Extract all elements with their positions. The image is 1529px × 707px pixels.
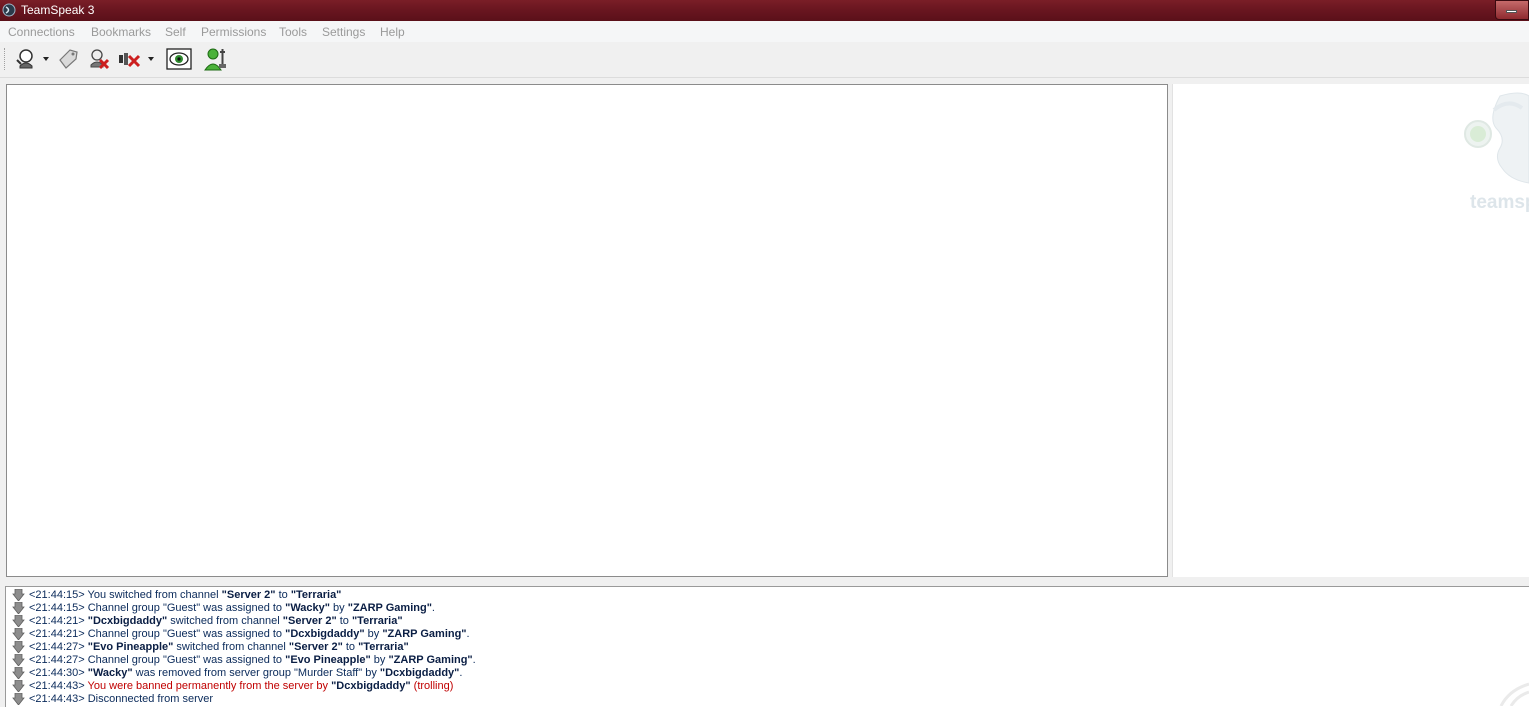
disconnect-all-icon[interactable] [117,46,143,72]
window-title: TeamSpeak 3 [21,3,95,17]
log-arrow-icon [12,614,25,628]
menu-settings[interactable]: Settings [322,25,365,39]
log-text: Disconnected from server [84,693,214,705]
log-entity-name[interactable]: "Wacky" [285,602,330,614]
log-entity-name[interactable]: "Terraria" [352,615,403,627]
bookmark-tag-icon[interactable] [56,46,80,72]
log-line: <21:44:27> Channel group "Guest" was ass… [12,653,476,667]
log-text: to [342,641,359,653]
resize-corner-decoration [1499,682,1529,706]
menu-self[interactable]: Self [165,25,186,39]
menu-help[interactable]: Help [380,25,405,39]
log-text: Channel group "Guest" was assigned to [84,602,286,614]
disconnect-icon[interactable] [87,46,111,72]
log-entity-name[interactable]: "Dcxbigdaddy" [285,628,365,640]
log-arrow-icon [12,640,25,654]
log-entity-name[interactable]: "Dcxbigdaddy" [380,667,460,679]
log-timestamp: <21:44:30> [29,667,85,679]
log-line: <21:44:21> "Dcxbigdaddy" switched from c… [12,614,403,628]
log-entity-name[interactable]: "Terraria" [358,641,409,653]
log-entity-name[interactable]: "ZARP Gaming" [382,628,466,640]
log-timestamp: <21:44:43> [29,693,85,705]
log-timestamp: <21:44:15> [29,589,85,601]
toolbar [0,42,1529,78]
log-timestamp: <21:44:43> [29,680,85,692]
log-text: . [472,654,476,666]
log-text: by [370,654,389,666]
log-entity-name[interactable]: "Server 2" [289,641,343,653]
log-text: switched from channel [173,641,289,653]
minimize-button[interactable] [1495,0,1529,20]
log-arrow-icon [12,653,25,667]
log-text: switched from channel [167,615,283,627]
log-line: <21:44:21> Channel group "Guest" was ass… [12,627,470,641]
teamspeak-app-icon [2,3,16,17]
log-text: to [275,589,291,601]
log-arrow-icon [12,601,25,615]
log-arrow-icon [12,666,25,680]
log-entity-name[interactable]: "Dcxbigdaddy" [88,615,168,627]
headset-logo-icon [1464,92,1529,184]
minimize-icon [1506,10,1517,13]
server-log-panel[interactable]: <21:44:15> You switched from channel "Se… [5,586,1529,707]
log-text: Channel group "Guest" was assigned to [84,628,286,640]
disconnect-dropdown-arrow-icon[interactable] [148,57,154,61]
menu-tools[interactable]: Tools [279,25,307,39]
log-entity-name[interactable]: "ZARP Gaming" [348,602,432,614]
log-arrow-icon [12,679,25,693]
log-line: <21:44:30> "Wacky" was removed from serv… [12,666,463,680]
log-text: . [459,667,463,679]
log-line: <21:44:27> "Evo Pineapple" switched from… [12,640,409,654]
log-text: was removed from server group "Murder St… [132,667,380,679]
subscribe-channel-eye-icon[interactable] [166,46,192,72]
log-line: <21:44:15> Channel group "Guest" was ass… [12,601,435,615]
log-line: <21:44:15> You switched from channel "Se… [12,588,342,602]
user-settings-icon[interactable] [203,46,229,72]
log-splitter[interactable] [0,578,1529,586]
menu-bar: Connections Bookmarks Self Permissions T… [0,21,1529,43]
channel-tree-panel[interactable] [6,84,1168,577]
log-timestamp: <21:44:15> [29,602,85,614]
log-text: by [364,628,383,640]
menu-connections[interactable]: Connections [8,25,75,39]
log-arrow-icon [12,692,25,706]
log-text: Channel group "Guest" was assigned to [84,654,286,666]
connect-icon[interactable] [14,46,38,72]
menu-permissions[interactable]: Permissions [201,25,266,39]
log-timestamp: <21:44:27> [29,641,85,653]
log-entity-name[interactable]: "Evo Pineapple" [88,641,174,653]
log-entity-name[interactable]: "Wacky" [88,667,133,679]
log-text: . [466,628,470,640]
log-line: <21:44:43> Disconnected from server [12,692,214,706]
log-timestamp: <21:44:21> [29,628,85,640]
log-arrow-icon [12,588,25,602]
log-entity-name[interactable]: "Server 2" [283,615,337,627]
log-entity-name[interactable]: "Server 2" [222,589,276,601]
log-entity-name[interactable]: "ZARP Gaming" [388,654,472,666]
menu-bookmarks[interactable]: Bookmarks [91,25,151,39]
log-text: . [431,602,435,614]
toolbar-grip[interactable] [4,48,8,70]
logo-text: teamspe [1470,192,1529,213]
log-entity-name[interactable]: "Evo Pineapple" [285,654,371,666]
log-text: by [330,602,348,614]
log-text: (trolling) [410,680,454,692]
connect-dropdown-arrow-icon[interactable] [43,57,49,61]
log-timestamp: <21:44:27> [29,654,85,666]
log-text: You were banned permanently from the ser… [84,680,332,692]
title-bar: TeamSpeak 3 [0,0,1529,21]
log-line: <21:44:43> You were banned permanently f… [12,679,454,693]
teamspeak-watermark-logo: teamspe [1460,88,1529,220]
log-timestamp: <21:44:21> [29,615,85,627]
log-arrow-icon [12,627,25,641]
log-text: You switched from channel [84,589,222,601]
log-text: to [336,615,352,627]
log-entity-name[interactable]: "Dcxbigdaddy" [331,680,411,692]
log-entity-name[interactable]: "Terraria" [291,589,342,601]
